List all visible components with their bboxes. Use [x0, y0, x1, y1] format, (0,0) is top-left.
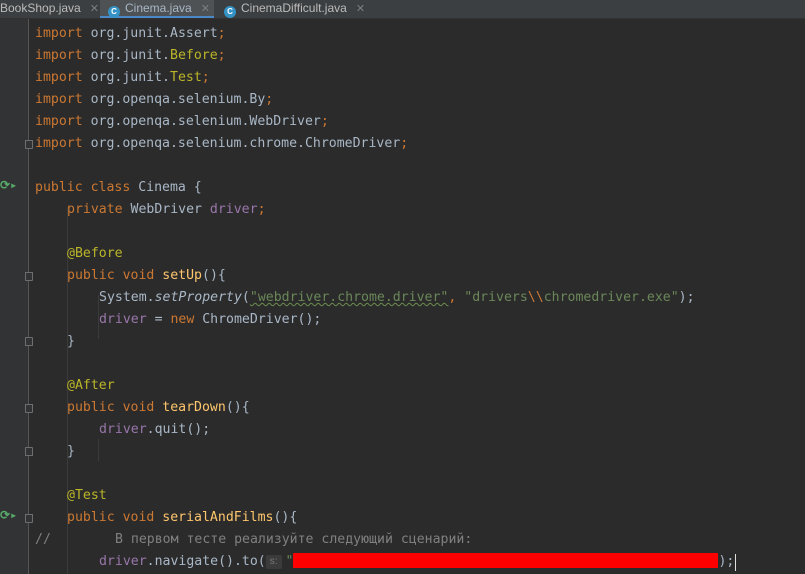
- code-line-field: private WebDriver driver;: [67, 202, 266, 217]
- text-caret: [735, 554, 736, 571]
- code-line-import: import org.junit.Test;: [35, 70, 210, 85]
- code-line-driver-quit: driver.quit();: [99, 422, 211, 437]
- tab-label: Cinema.java: [125, 1, 192, 15]
- code-editor[interactable]: ⟳▸ ⟳▸ import org.junit.Assert; import or…: [0, 19, 805, 574]
- code-line-method-test: public void serialAndFilms(){: [67, 510, 298, 525]
- code-line-comment-text: В первом тесте реализуйте следующий сцен…: [115, 532, 473, 547]
- tab-label: CinemaDifficult.java: [241, 1, 347, 15]
- code-line-comment: //: [35, 532, 51, 547]
- run-test-icon[interactable]: ⟳▸: [0, 508, 17, 522]
- fold-marker[interactable]: [25, 337, 33, 346]
- code-line-import: import org.openqa.selenium.chrome.Chrome…: [35, 136, 409, 151]
- fold-marker[interactable]: [25, 404, 33, 413]
- java-class-icon: C: [108, 6, 120, 18]
- code-line-close-brace: }: [67, 444, 75, 459]
- close-icon[interactable]: ✕: [201, 3, 210, 15]
- run-class-icon[interactable]: ⟳▸: [0, 178, 17, 192]
- code-line-import: import org.junit.Before;: [35, 48, 226, 63]
- code-line-annotation: @Test: [67, 488, 107, 503]
- code-line-driver-init: driver = new ChromeDriver();: [99, 312, 322, 327]
- code-line-set-property: System.setProperty("webdriver.chrome.dri…: [99, 290, 695, 305]
- close-icon[interactable]: ✕: [90, 3, 99, 15]
- parameter-hint: s:: [265, 555, 282, 569]
- code-line-import: import org.openqa.selenium.By;: [35, 92, 274, 107]
- code-line-method-teardown: public void tearDown(){: [67, 400, 250, 415]
- line-gutter: [0, 19, 28, 574]
- fold-marker[interactable]: [25, 447, 33, 456]
- code-line-navigate: driver.navigate().to(s: ");: [99, 553, 735, 569]
- code-line-method-setup: public void setUp(){: [67, 268, 226, 283]
- code-line-import: import org.openqa.selenium.WebDriver;: [35, 114, 329, 129]
- code-line-annotation: @After: [67, 378, 115, 393]
- tab-cinema[interactable]: C Cinema.java ✕: [100, 0, 214, 18]
- fold-marker[interactable]: [25, 140, 33, 149]
- gutter-separator: [28, 19, 29, 574]
- redacted-url: [293, 553, 719, 568]
- tab-label: BookShop.java: [0, 1, 81, 15]
- tab-cinemadifficult[interactable]: C CinemaDifficult.java ✕: [218, 0, 370, 18]
- code-line-annotation: @Before: [67, 246, 123, 261]
- close-icon[interactable]: ✕: [356, 3, 365, 15]
- code-line-close-brace: }: [67, 334, 75, 349]
- tab-bookshop[interactable]: BookShop.java ✕: [0, 0, 99, 18]
- code-line-class-declaration: public class Cinema {: [35, 180, 202, 195]
- fold-marker[interactable]: [25, 514, 33, 523]
- editor-tab-bar: BookShop.java ✕ C Cinema.java ✕ C CinemaDiff…: [0, 0, 805, 19]
- indent-guide: [98, 439, 99, 461]
- fold-marker[interactable]: [25, 272, 33, 281]
- java-class-icon: C: [224, 6, 236, 18]
- code-line-import: import org.junit.Assert;: [35, 26, 226, 41]
